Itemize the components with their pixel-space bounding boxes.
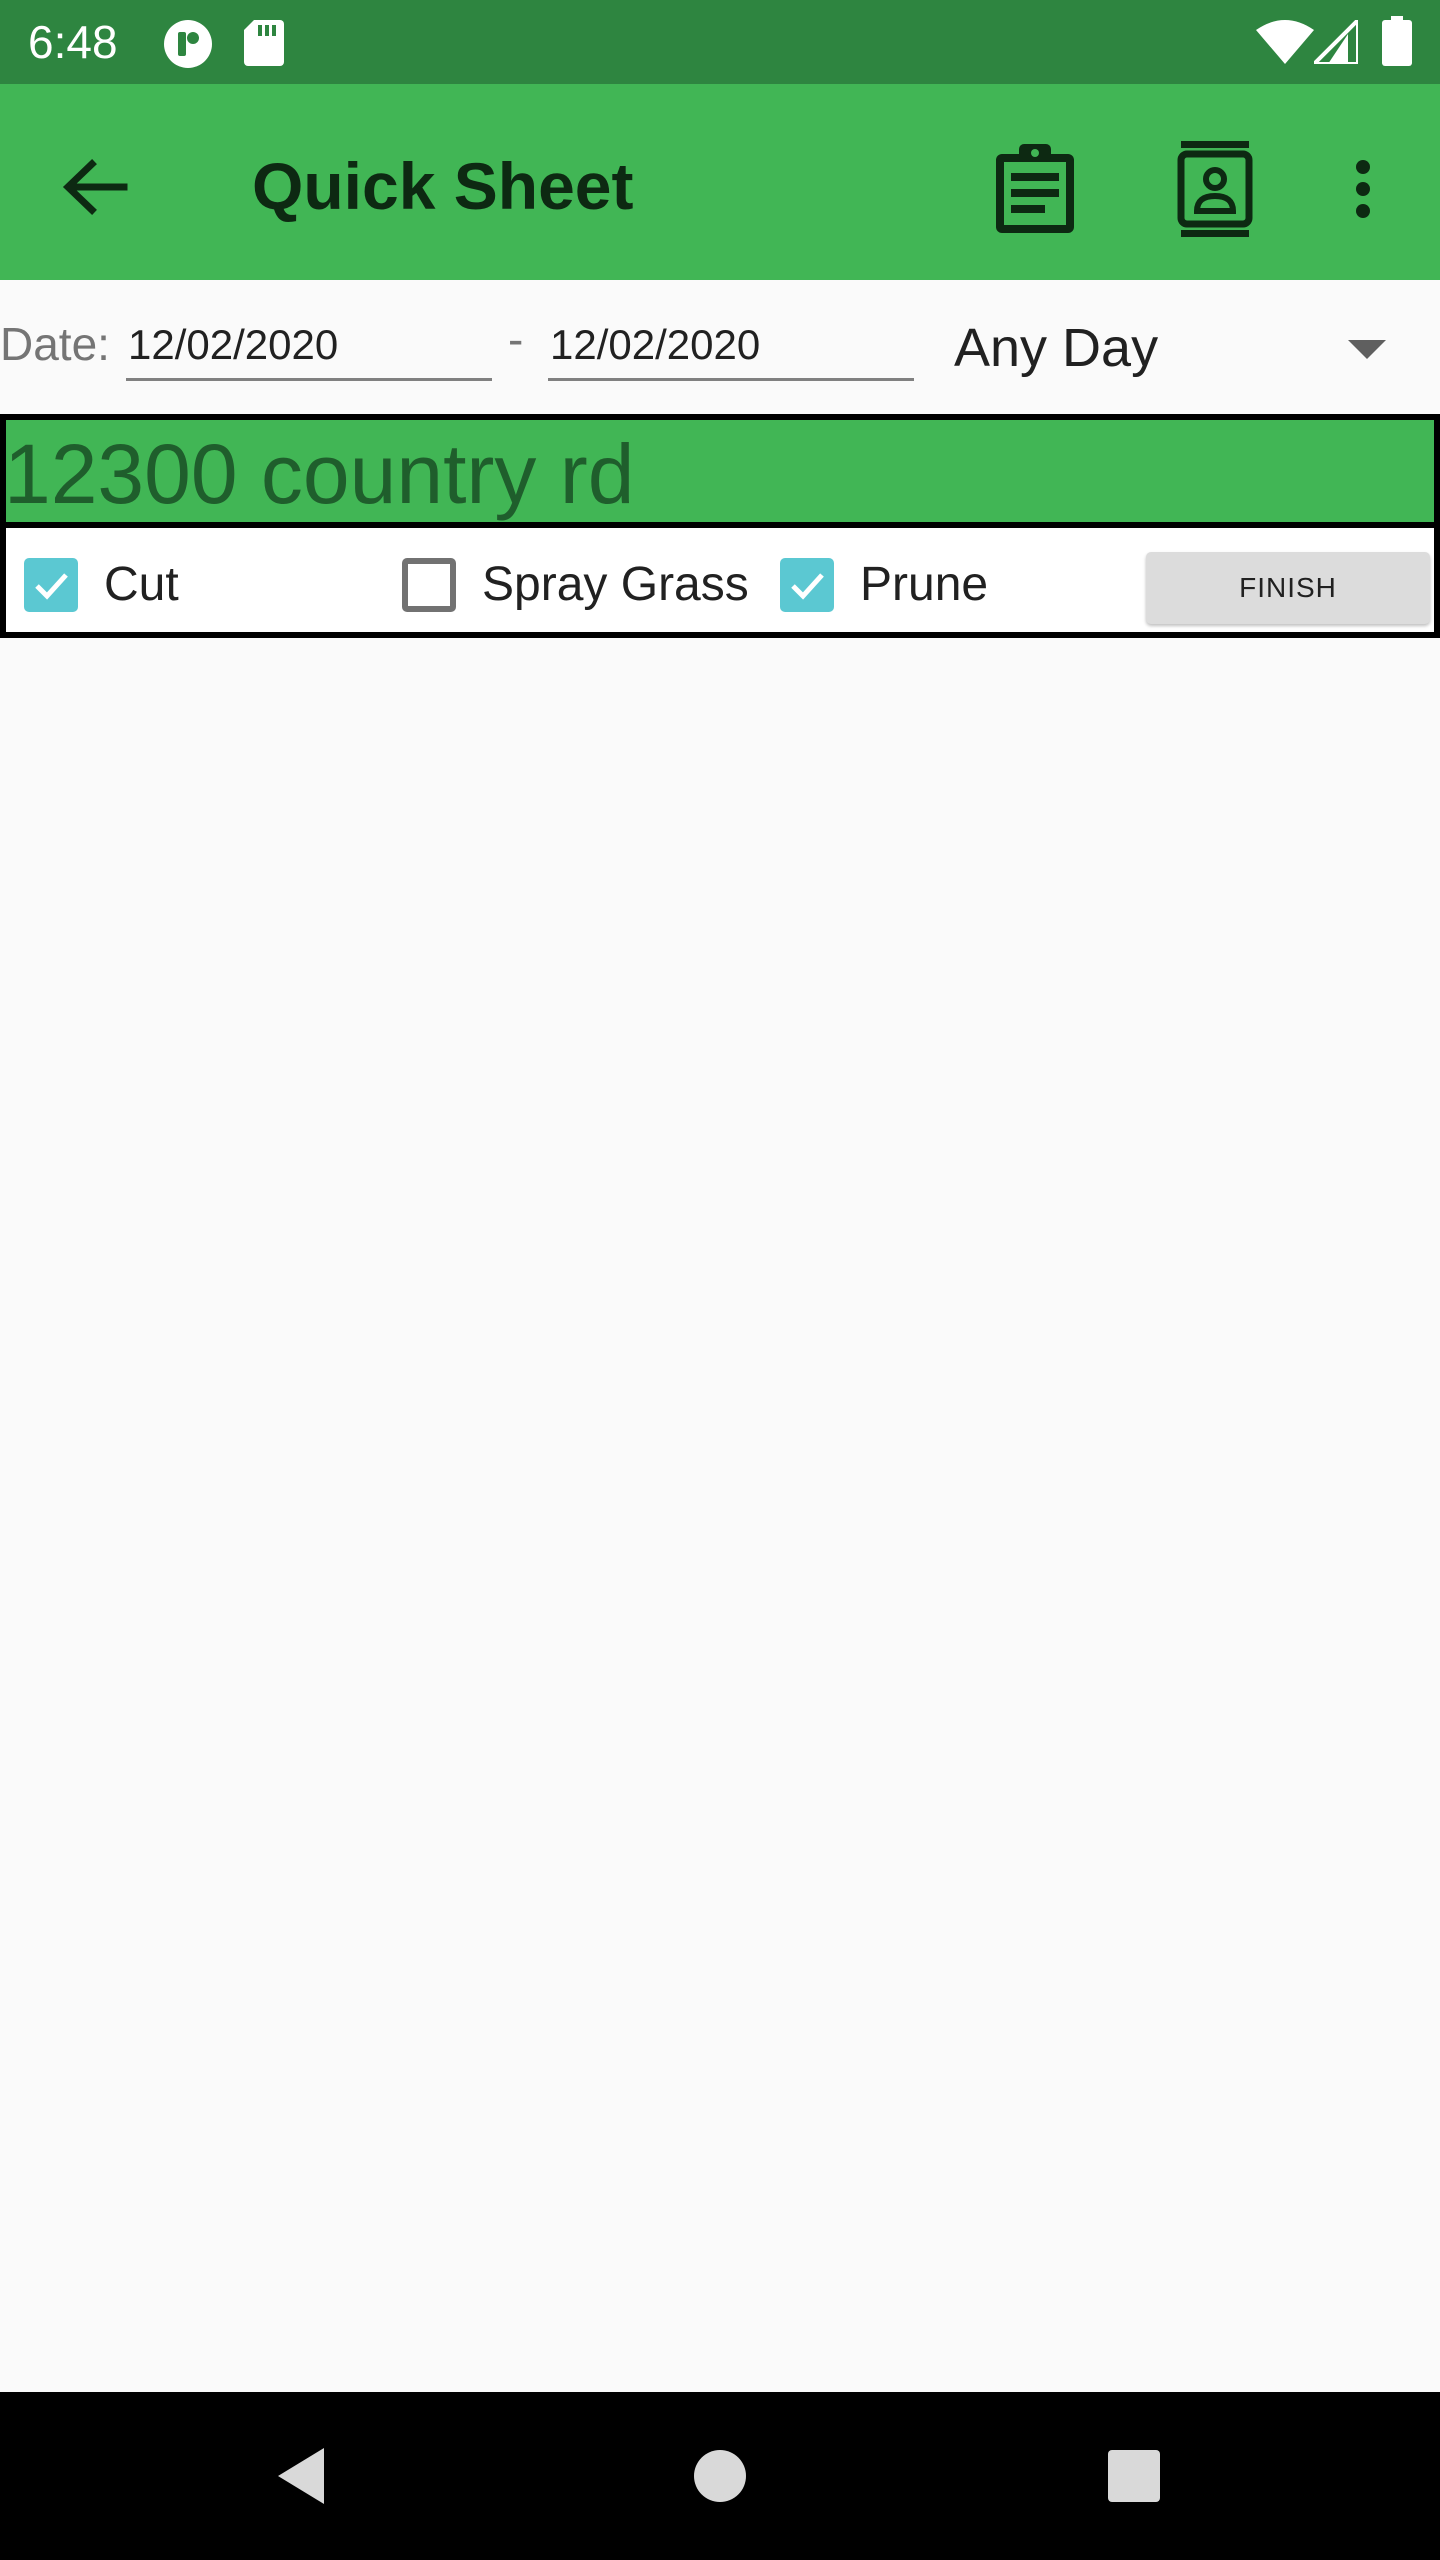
quick-sheet-clipboard-button[interactable] <box>980 134 1090 244</box>
battery-icon <box>1382 16 1412 71</box>
date-label: Date: <box>0 318 110 370</box>
day-filter-dropdown[interactable]: Any Day <box>950 306 1390 390</box>
dropdown-arrow-icon <box>1348 340 1386 359</box>
system-nav-bar <box>0 2392 1440 2560</box>
spray-grass-checkbox[interactable] <box>402 558 456 612</box>
date-range-separator: - <box>508 313 524 365</box>
finish-button[interactable]: FINISH <box>1146 552 1430 624</box>
nav-recents-icon <box>1108 2450 1160 2502</box>
cell-signal-icon <box>1309 15 1360 69</box>
record-badge-icon <box>162 18 214 75</box>
cut-checkbox[interactable] <box>24 558 78 612</box>
task-spray-grass[interactable]: Spray Grass <box>402 554 749 616</box>
app-bar: Quick Sheet <box>0 84 1440 280</box>
check-icon <box>35 573 68 600</box>
contact-card-icon <box>1177 141 1253 237</box>
task-cut[interactable]: Cut <box>24 554 179 616</box>
day-filter-value: Any Day <box>954 318 1159 378</box>
job-address: 12300 country rd <box>4 427 635 521</box>
job-card-header[interactable]: 12300 country rd <box>4 420 1434 528</box>
end-date-field[interactable] <box>548 312 914 381</box>
start-date-field[interactable] <box>126 312 492 381</box>
contacts-button[interactable] <box>1160 134 1270 244</box>
task-row: Cut Spray Grass Prune FINISH <box>6 528 1434 632</box>
clipboard-list-icon <box>996 144 1074 233</box>
task-label: Cut <box>104 558 179 611</box>
nav-back-button[interactable] <box>252 2426 352 2526</box>
nav-recents-button[interactable] <box>1084 2426 1184 2526</box>
check-icon <box>791 573 824 600</box>
arrow-back-icon <box>62 159 128 215</box>
task-label: Spray Grass <box>482 558 749 611</box>
sd-card-icon <box>244 20 284 71</box>
more-vert-icon <box>1356 160 1370 218</box>
task-prune[interactable]: Prune <box>780 554 988 616</box>
back-button[interactable] <box>50 142 140 232</box>
task-label: Prune <box>860 558 989 611</box>
status-time: 6:48 <box>28 16 118 68</box>
nav-home-button[interactable] <box>670 2426 770 2526</box>
nav-home-icon <box>694 2450 746 2502</box>
more-options-button[interactable] <box>1308 134 1418 244</box>
wifi-icon <box>1256 20 1314 69</box>
job-card: 12300 country rd Cut Spray Grass Prune F… <box>0 414 1440 638</box>
prune-checkbox[interactable] <box>780 558 834 612</box>
status-bar: 6:48 <box>0 0 1440 84</box>
page-title: Quick Sheet <box>252 149 634 223</box>
nav-back-icon <box>278 2448 324 2504</box>
